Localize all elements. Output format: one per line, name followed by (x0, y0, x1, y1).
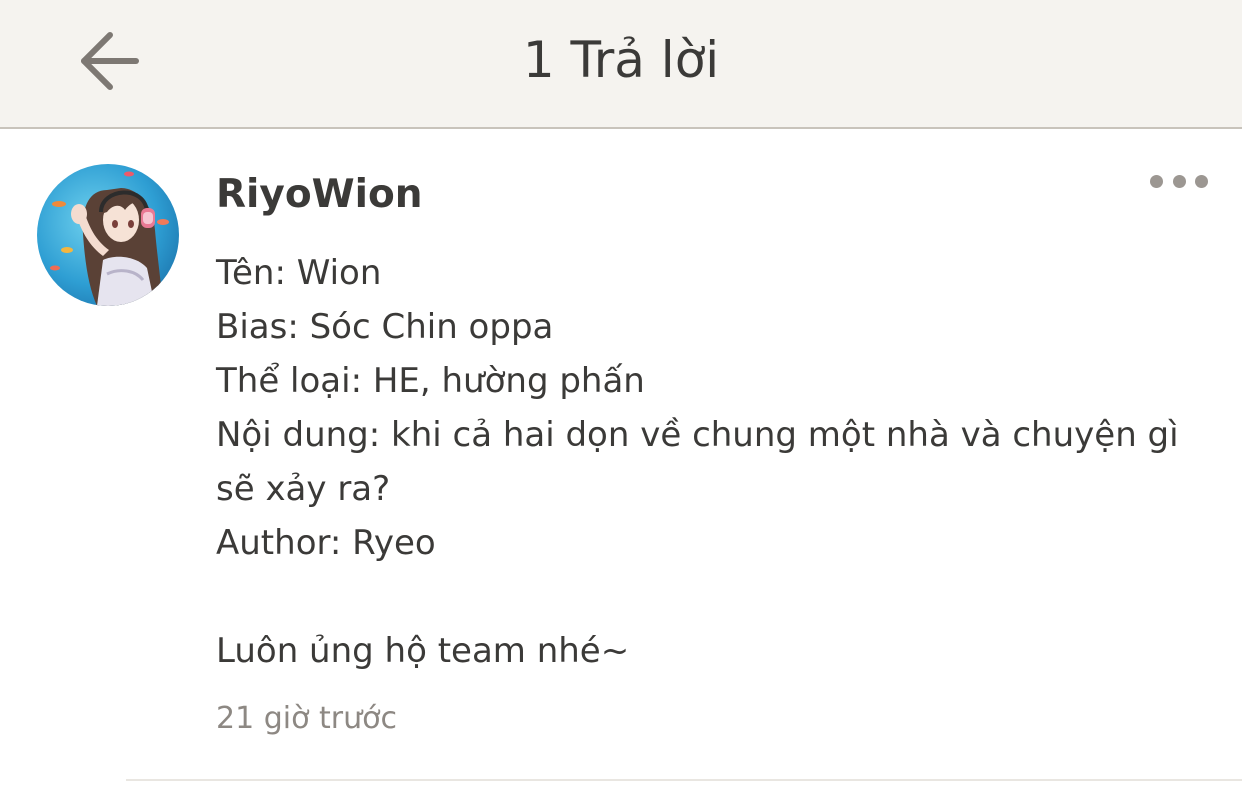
anime-girl-avatar (37, 164, 179, 306)
comment-line: Bias: Sóc Chin oppa (216, 307, 554, 347)
comment-line: Tên: Wion (216, 253, 382, 293)
more-horizontal-icon (1150, 174, 1163, 188)
more-options-button[interactable] (1144, 165, 1214, 197)
avatar[interactable] (37, 164, 179, 306)
more-horizontal-icon (1195, 174, 1208, 188)
comment-line: Thể loại: HE, hường phấn (216, 361, 645, 401)
more-horizontal-icon (1172, 174, 1186, 188)
comment-line: Luôn ủng hộ team nhé~ (216, 631, 630, 671)
comment-timestamp: 21 giờ trước (216, 701, 397, 736)
comment-line-blank (216, 570, 1206, 624)
page-title: 1 Trả lời (522, 31, 720, 89)
comment-item: RiyoWion Tên: Wion Bias: Sóc Chin oppa T… (0, 129, 1242, 786)
divider (126, 779, 1242, 781)
comment-line: Author: Ryeo (216, 523, 436, 563)
comment-line: sẽ xảy ra? (216, 469, 391, 509)
comment-line: Nội dung: khi cả hai dọn về chung một nh… (216, 415, 1179, 455)
username[interactable]: RiyoWion (216, 167, 423, 223)
top-bar: 1 Trả lời (0, 0, 1242, 129)
comment-body: Tên: Wion Bias: Sóc Chin oppa Thể loại: … (216, 246, 1206, 678)
